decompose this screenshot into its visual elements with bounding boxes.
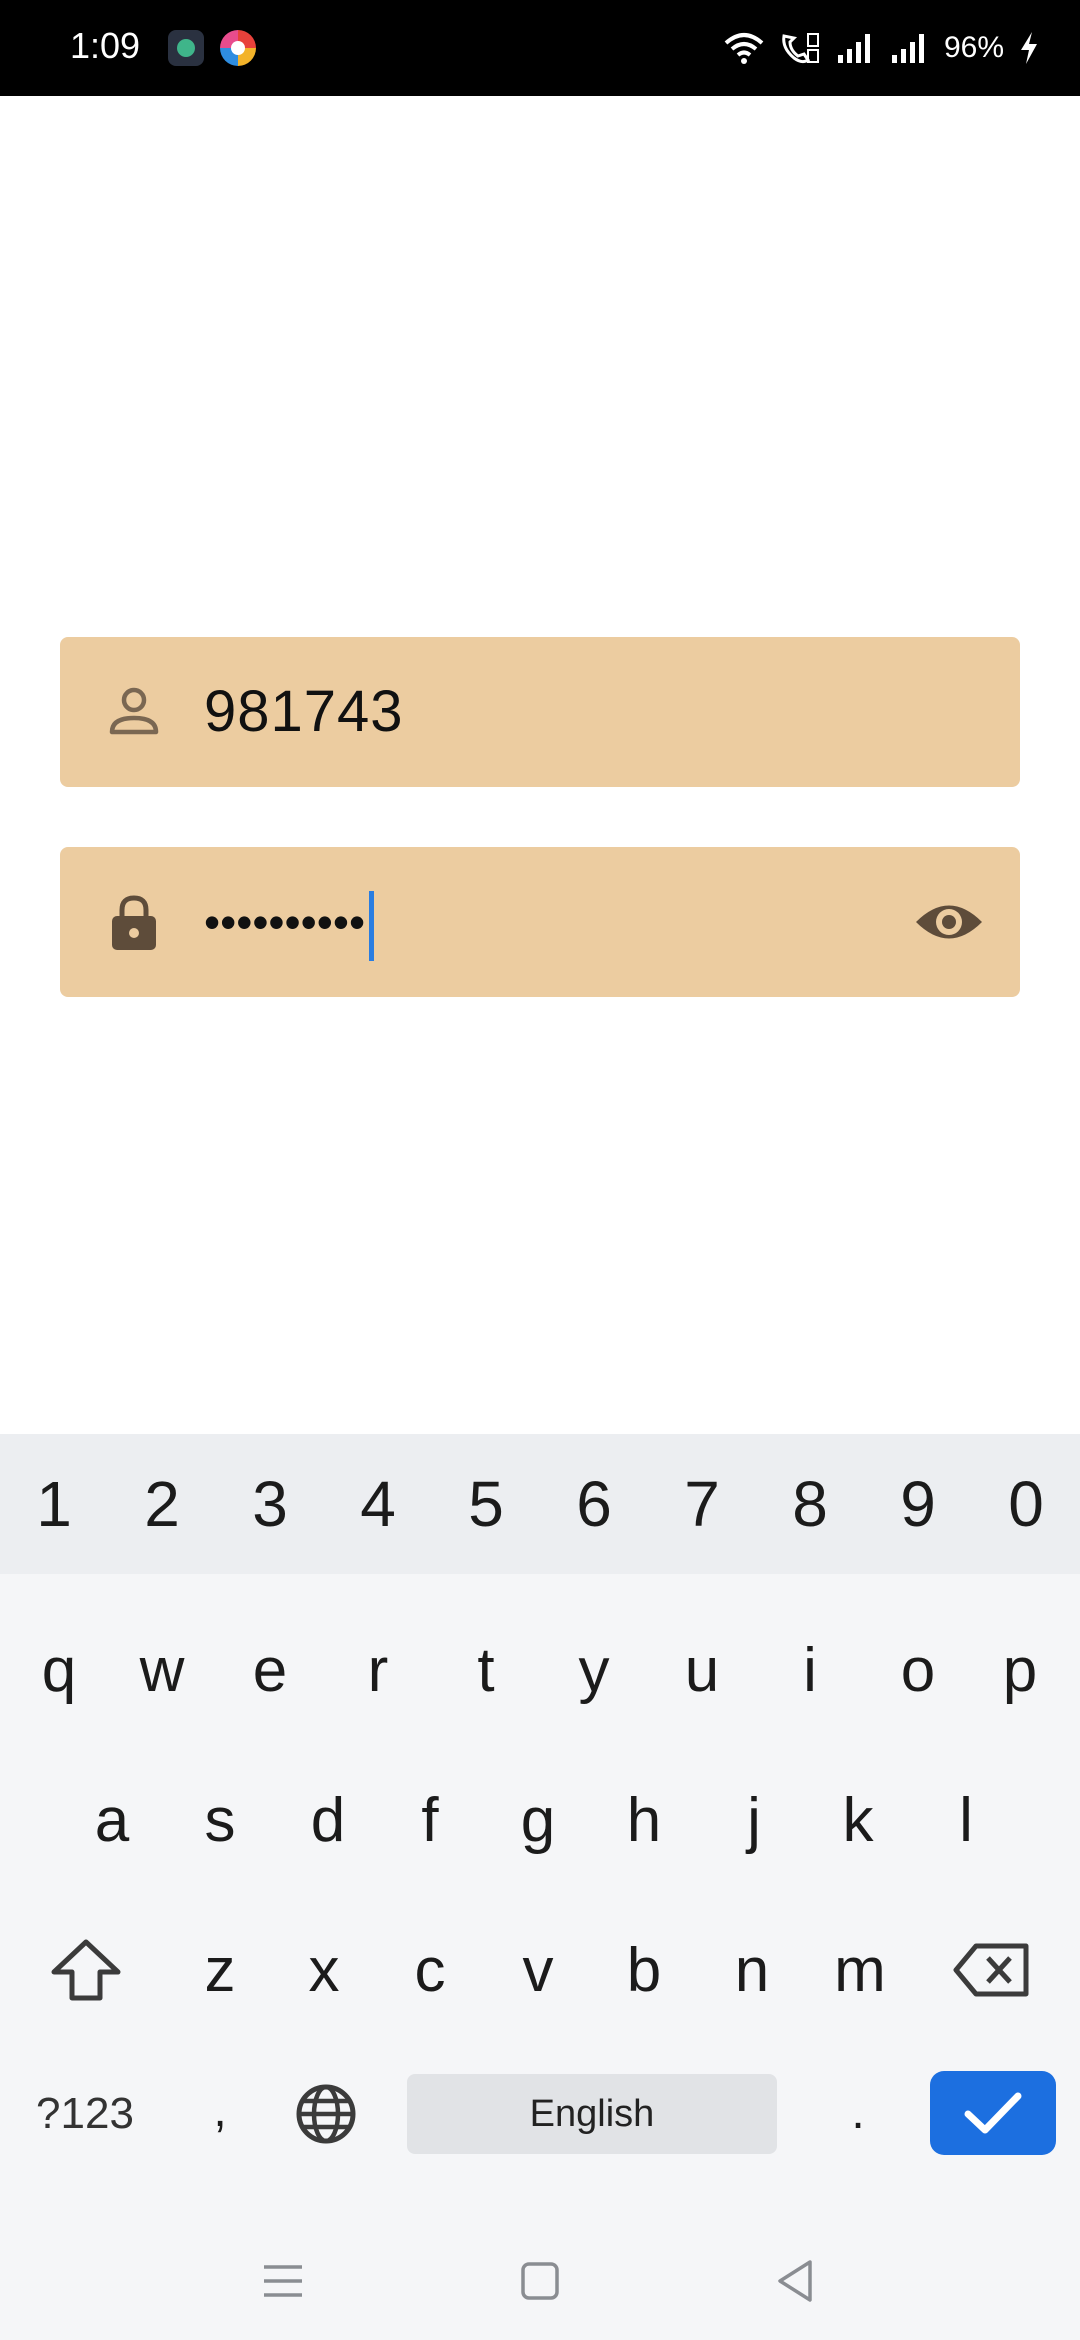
key-9[interactable]: 9 [864, 1434, 972, 1574]
key-q[interactable]: q [0, 1620, 118, 1720]
navigation-bar [0, 2222, 1080, 2340]
status-time: 1:09 [70, 25, 141, 66]
key-s[interactable]: s [166, 1770, 274, 1870]
key-0[interactable]: 0 [972, 1434, 1080, 1574]
key-2[interactable]: 2 [108, 1434, 216, 1574]
show-password-icon[interactable] [914, 887, 984, 957]
menu-icon[interactable] [258, 2256, 308, 2306]
app-notification-icon [168, 30, 204, 66]
home-icon[interactable] [515, 2256, 565, 2306]
done-key[interactable] [930, 2071, 1056, 2155]
key-c[interactable]: c [376, 1920, 484, 2020]
person-icon [109, 687, 159, 735]
login-screen: 1:09 96% 981743 •••••••••• 1 2 3 4 5 6 7… [0, 0, 1080, 2340]
battery-percent: 96% [943, 31, 1004, 64]
check-icon [964, 2092, 1022, 2134]
key-t[interactable]: t [432, 1620, 540, 1720]
key-4[interactable]: 4 [324, 1434, 432, 1574]
back-icon[interactable] [772, 2256, 822, 2306]
text-cursor [369, 890, 375, 961]
key-3[interactable]: 3 [216, 1434, 324, 1574]
key-h[interactable]: h [590, 1770, 698, 1870]
key-d[interactable]: d [274, 1770, 382, 1870]
key-x[interactable]: x [270, 1920, 378, 2020]
key-j[interactable]: j [700, 1770, 808, 1870]
key-p[interactable]: p [966, 1620, 1074, 1720]
language-key[interactable] [274, 2064, 378, 2164]
number-row: 1 2 3 4 5 6 7 8 9 0 [0, 1434, 1080, 1574]
key-y[interactable]: y [540, 1620, 648, 1720]
username-field[interactable]: 981743 [60, 637, 1020, 787]
password-dots: •••••••••• [204, 896, 366, 948]
key-f[interactable]: f [376, 1770, 484, 1870]
wifi-icon [724, 33, 764, 64]
status-bar: 1:09 96% [0, 0, 1080, 96]
key-7[interactable]: 7 [648, 1434, 756, 1574]
key-r[interactable]: r [324, 1620, 432, 1720]
key-e[interactable]: e [216, 1620, 324, 1720]
password-value: •••••••••• [204, 847, 375, 997]
key-n[interactable]: n [698, 1920, 806, 2020]
key-v[interactable]: v [484, 1920, 592, 2020]
backspace-key[interactable] [936, 1920, 1048, 2020]
key-a[interactable]: a [58, 1770, 166, 1870]
globe-icon [296, 2084, 356, 2144]
period-key[interactable]: . [808, 2062, 908, 2162]
key-k[interactable]: k [804, 1770, 912, 1870]
key-o[interactable]: o [864, 1620, 972, 1720]
key-8[interactable]: 8 [756, 1434, 864, 1574]
key-i[interactable]: i [756, 1620, 864, 1720]
password-field[interactable]: •••••••••• [60, 847, 1020, 997]
charging-icon [1021, 32, 1037, 64]
key-u[interactable]: u [648, 1620, 756, 1720]
key-l[interactable]: l [912, 1770, 1020, 1870]
comma-key[interactable]: , [170, 2060, 270, 2160]
key-w[interactable]: w [108, 1620, 216, 1720]
soft-keyboard: 1 2 3 4 5 6 7 8 9 0 q w e r t y u i o p … [0, 1434, 1080, 2340]
key-b[interactable]: b [590, 1920, 698, 2020]
signal-icon-2 [891, 34, 924, 63]
key-1[interactable]: 1 [0, 1434, 108, 1574]
shift-key[interactable] [30, 1920, 142, 2020]
key-6[interactable]: 6 [540, 1434, 648, 1574]
wifi-call-icon [782, 33, 819, 64]
shift-icon [51, 1939, 121, 2001]
key-g[interactable]: g [484, 1770, 592, 1870]
space-key[interactable]: English [407, 2074, 777, 2154]
lock-icon [112, 895, 156, 950]
browser-notification-icon [220, 30, 256, 66]
backspace-icon [953, 1943, 1029, 1997]
key-z[interactable]: z [166, 1920, 274, 2020]
key-m[interactable]: m [806, 1920, 914, 2020]
status-icons: 96% [724, 22, 1040, 74]
symbols-key[interactable]: ?123 [20, 2066, 150, 2162]
signal-icon [837, 34, 870, 63]
key-5[interactable]: 5 [432, 1434, 540, 1574]
username-value: 981743 [204, 679, 404, 744]
